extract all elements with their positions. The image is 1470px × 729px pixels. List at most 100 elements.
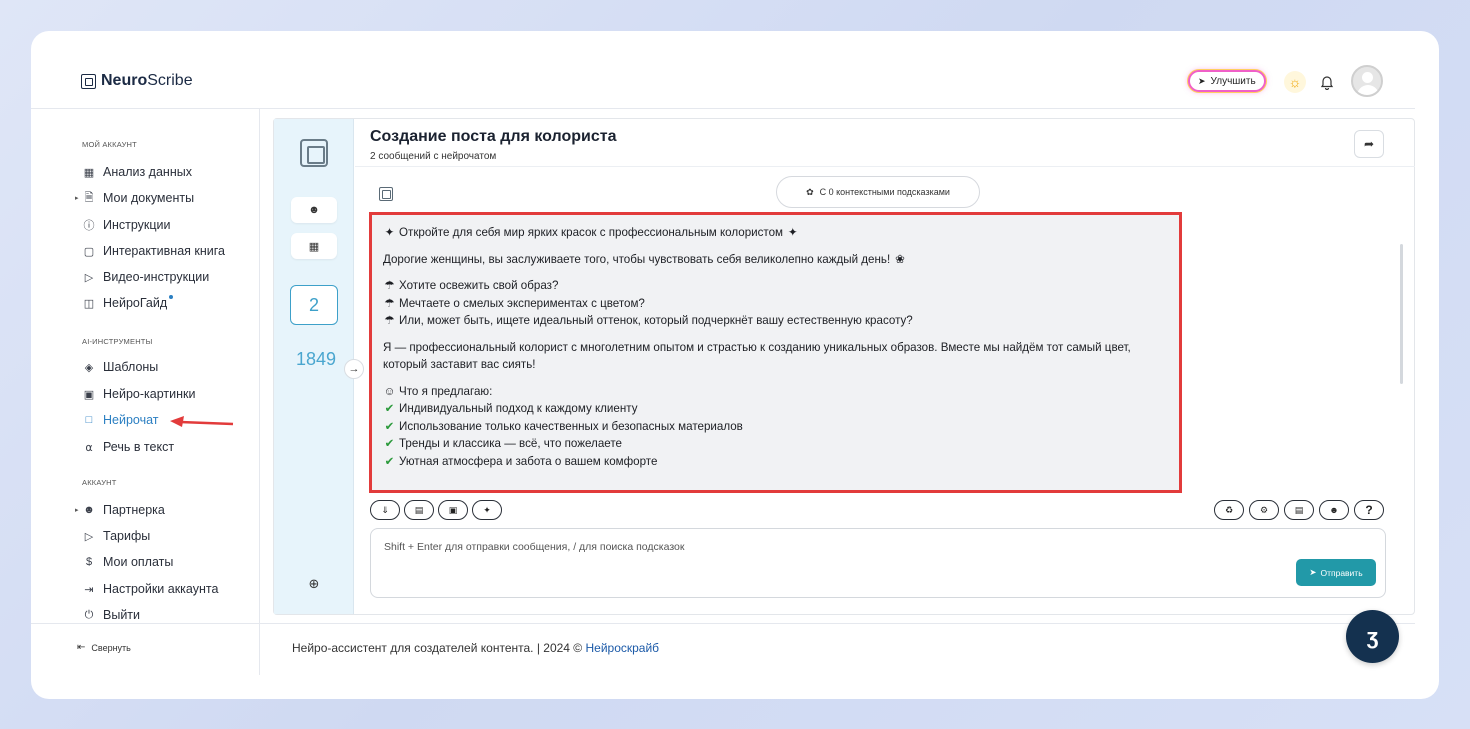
- rainbow-icon: ☂: [384, 279, 395, 292]
- video-icon: ▷: [84, 271, 94, 284]
- sidebar-item-account-settings[interactable]: ⇥ Настройки аккаунта: [82, 580, 218, 598]
- sidebar-item-neuro-images[interactable]: ▣ Нейро-картинки: [82, 385, 196, 403]
- send-icon: ➤: [1309, 567, 1317, 577]
- logo-icon: [81, 73, 96, 89]
- help-circle-icon: ⓘ: [83, 220, 95, 232]
- sidebar-item-templates[interactable]: ◈ Шаблоны: [82, 358, 159, 376]
- document-icon: 🗎: [84, 191, 94, 204]
- red-arrow-annotation: [170, 416, 234, 427]
- list-item: ☂ Мечтаете о смелых экспериментах с цвето…: [383, 295, 1168, 313]
- sidebar-item-instructions[interactable]: ⓘ Инструкции: [82, 216, 171, 234]
- chat-title: Создание поста для колориста: [370, 128, 617, 145]
- message-text: Я — профессиональный колорист с многолет…: [383, 340, 1131, 372]
- upload-tool-button[interactable]: ▤: [404, 500, 434, 520]
- sidebar: МОЙ АККАУНТ ▦ Анализ данных ▸ 🗎 Мои доку…: [31, 109, 259, 623]
- image-icon: ▣: [83, 388, 95, 401]
- share-button[interactable]: ➦: [1354, 130, 1384, 158]
- check-icon: ✔: [384, 419, 395, 433]
- sidebar-item-label: Партнерка: [103, 503, 165, 517]
- input-toolbar-right: ♻ ⚙ ▤ ☻ ?: [1214, 500, 1384, 520]
- send-button[interactable]: ➤ Отправить: [1296, 559, 1376, 586]
- brand-bold: Neuro: [101, 72, 148, 89]
- expand-rail-button[interactable]: →: [344, 359, 364, 379]
- layout-icon: ▤: [1294, 504, 1304, 515]
- section-my-account: МОЙ АККАУНТ: [82, 140, 137, 149]
- users-button[interactable]: ☻: [291, 197, 337, 223]
- sidebar-item-label: Видео-инструкции: [103, 270, 210, 284]
- sidebar-item-label: Анализ данных: [103, 165, 192, 179]
- sidebar-item-label: Нейрочат: [103, 413, 159, 427]
- message-line: Я — профессиональный колорист с многолет…: [383, 339, 1168, 374]
- sidebar-item-label: Интерактивная книга: [103, 244, 225, 258]
- list-item: ✔ Использование только качественных и без…: [383, 418, 1168, 436]
- token-counter: 1849: [295, 349, 337, 369]
- chat-count-badge[interactable]: 2: [290, 285, 338, 325]
- sidebar-item-label: Выйти: [103, 608, 141, 622]
- grid-icon: ▦: [83, 166, 95, 179]
- grid-button[interactable]: ▦: [291, 233, 337, 259]
- check-icon: ✔: [384, 454, 395, 468]
- list-item: ✔ Индивидуальный подход к каждому клиенту: [383, 400, 1168, 418]
- image-tool-button[interactable]: ▣: [438, 500, 468, 520]
- bell-icon[interactable]: [1316, 71, 1338, 93]
- robot-icon: ☻: [1329, 505, 1339, 515]
- sidebar-item-partner[interactable]: ▸ ☻ Партнерка: [75, 501, 165, 519]
- message-input[interactable]: Shift + Enter для отправки сообщения, / …: [370, 528, 1386, 598]
- sidebar-item-neuroguide[interactable]: ◫ НейроГайд: [82, 294, 174, 312]
- sidebar-item-video-instructions[interactable]: ▷ Видео-инструкции: [82, 268, 209, 286]
- sidebar-item-my-payments[interactable]: $ Мои оплаты: [82, 553, 173, 571]
- caret-right-icon: ▸: [75, 507, 79, 514]
- power-icon: ⏻: [84, 608, 94, 621]
- puzzle-icon: ♻: [1224, 504, 1234, 515]
- bot-tool-button[interactable]: ☻: [1319, 500, 1349, 520]
- guide-icon: ◫: [83, 297, 95, 310]
- sparkle-icon: ✦: [787, 226, 798, 239]
- grid-icon: ▦: [308, 240, 320, 253]
- rainbow-icon: ☂: [384, 314, 395, 327]
- logo[interactable]: Neuro Scribe: [81, 72, 193, 90]
- sidebar-item-interactive-book[interactable]: ▢ Интерактивная книга: [82, 242, 225, 260]
- settings-icon: ⇥: [84, 583, 94, 596]
- message-text: Дорогие женщины, вы заслуживаете того, ч…: [383, 252, 891, 266]
- upgrade-button[interactable]: ➤ Улучшить: [1188, 70, 1266, 92]
- help-button[interactable]: ?: [1354, 500, 1384, 520]
- sidebar-item-label: Тарифы: [103, 529, 151, 543]
- top-header: Neuro Scribe ➤ Улучшить ☼: [31, 31, 1439, 109]
- dollar-icon: $: [85, 556, 93, 568]
- add-chat-button[interactable]: ⊕: [304, 574, 324, 594]
- collapse-sidebar-button[interactable]: ⇤ Свернуть: [77, 642, 131, 653]
- check-icon: ✔: [384, 402, 395, 415]
- chevrons-down-icon: ⇓: [381, 504, 389, 515]
- sidebar-item-data-analysis[interactable]: ▦ Анализ данных: [82, 163, 192, 181]
- footer-text: Нейро-ассистент для создателей контента.…: [292, 641, 586, 655]
- section-ai-tools: AI-ИНСТРУМЕНТЫ: [82, 337, 153, 346]
- sidebar-item-my-documents[interactable]: ▸ 🗎 Мои документы: [75, 189, 194, 207]
- magic-tool-button[interactable]: ✦: [472, 500, 502, 520]
- sidebar-item-tariffs[interactable]: ▷ Тарифы: [82, 527, 150, 545]
- plugin-tool-button[interactable]: ♻: [1214, 500, 1244, 520]
- collapse-icon: ⇤: [77, 642, 86, 653]
- settings-tool-button[interactable]: ⚙: [1249, 500, 1279, 520]
- send-label: Отправить: [1320, 567, 1363, 578]
- footer-link[interactable]: Нейроскрайб: [585, 641, 659, 655]
- layout-tool-button[interactable]: ▤: [1284, 500, 1314, 520]
- support-chat-button[interactable]: ʒ: [1346, 610, 1399, 663]
- scrollbar[interactable]: [1400, 244, 1403, 384]
- sidebar-item-neurochat[interactable]: □ Нейрочат: [82, 411, 159, 429]
- message-line: ✦ Откройте для себя мир ярких красок с пр…: [383, 224, 1168, 242]
- sidebar-item-speech-to-text[interactable]: ⍺ Речь в текст: [82, 438, 174, 456]
- chat-panel: ☻ ▦ 2 1849 ⊕ → Создание поста для колори…: [273, 118, 1415, 615]
- collapse-tool-button[interactable]: ⇓: [370, 500, 400, 520]
- sparkle-icon: ✦: [384, 226, 395, 239]
- hint-icon: ✿: [806, 186, 814, 197]
- flower-icon: ❀: [895, 252, 905, 266]
- share-icon: ➦: [1363, 137, 1375, 151]
- app-window: Neuro Scribe ➤ Улучшить ☼ МОЙ АККАУНТ ▦ А…: [31, 31, 1439, 699]
- avatar[interactable]: [1351, 65, 1383, 97]
- theme-sun-icon[interactable]: ☼: [1284, 71, 1306, 93]
- caret-right-icon: ▸: [75, 195, 79, 202]
- context-hints-button[interactable]: ✿ С 0 контекстными подсказками: [776, 176, 980, 208]
- upload-icon: ▤: [414, 504, 424, 515]
- brand-light: Scribe: [147, 72, 193, 89]
- sidebar-item-logout[interactable]: ⏻ Выйти: [82, 606, 140, 624]
